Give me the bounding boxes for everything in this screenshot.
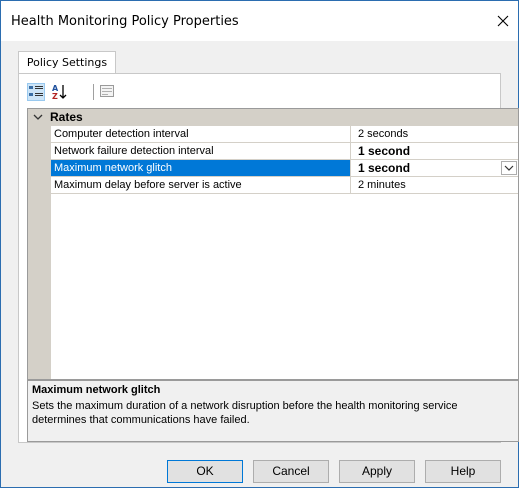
category-label: Rates <box>50 110 83 124</box>
close-icon <box>497 15 509 27</box>
alphabetical-button[interactable]: A Z <box>51 83 69 101</box>
tab-policy-settings[interactable]: Policy Settings <box>18 51 116 74</box>
close-button[interactable] <box>488 1 518 41</box>
toolbar-separator <box>93 84 94 100</box>
property-value[interactable]: 1 second <box>358 143 518 159</box>
categorized-icon <box>29 86 43 96</box>
apply-button[interactable]: Apply <box>339 460 415 483</box>
property-name: Maximum delay before server is active <box>51 177 351 193</box>
window-title: Health Monitoring Policy Properties <box>11 14 239 29</box>
property-value[interactable]: 2 seconds <box>358 126 518 142</box>
description-text: Sets the maximum duration of a network d… <box>32 400 458 426</box>
dropdown-button[interactable] <box>501 161 517 175</box>
collapse-chevron-icon[interactable] <box>30 110 46 125</box>
category-row-rates[interactable]: Rates <box>28 109 518 126</box>
property-value-select[interactable]: 1 second <box>358 160 518 176</box>
property-grid: Rates Computer detection interval 2 seco… <box>27 108 519 380</box>
property-value[interactable]: 2 minutes <box>358 177 518 193</box>
help-button[interactable]: Help <box>425 460 501 483</box>
title-bar: Health Monitoring Policy Properties <box>1 1 518 41</box>
property-grid-toolbar: A Z <box>27 80 493 104</box>
property-name: Computer detection interval <box>51 126 351 142</box>
property-row[interactable]: Maximum delay before server is active 2 … <box>51 177 518 194</box>
tab-panel: A Z Rates Computer detection interval 2 … <box>18 73 519 443</box>
property-value: 1 second <box>358 161 411 175</box>
alphabetical-sort-icon: A Z <box>52 84 67 101</box>
property-row[interactable]: Network failure detection interval 1 sec… <box>51 143 518 160</box>
grid-gutter <box>28 126 51 379</box>
property-name: Maximum network glitch <box>51 160 351 176</box>
properties-dialog: Health Monitoring Policy Properties Poli… <box>0 0 519 488</box>
description-title: Maximum network glitch <box>32 384 161 396</box>
cancel-button[interactable]: Cancel <box>253 460 329 483</box>
ok-button[interactable]: OK <box>167 460 243 483</box>
property-row-selected[interactable]: Maximum network glitch 1 second <box>51 160 518 177</box>
chevron-down-icon <box>504 165 514 171</box>
property-pages-button[interactable] <box>99 83 117 101</box>
property-row[interactable]: Computer detection interval 2 seconds <box>51 126 518 143</box>
property-pages-icon <box>100 85 114 97</box>
svg-text:Z: Z <box>52 92 58 101</box>
categorized-button[interactable] <box>27 83 45 101</box>
property-name: Network failure detection interval <box>51 143 351 159</box>
description-panel: Maximum network glitch Sets the maximum … <box>27 380 519 442</box>
